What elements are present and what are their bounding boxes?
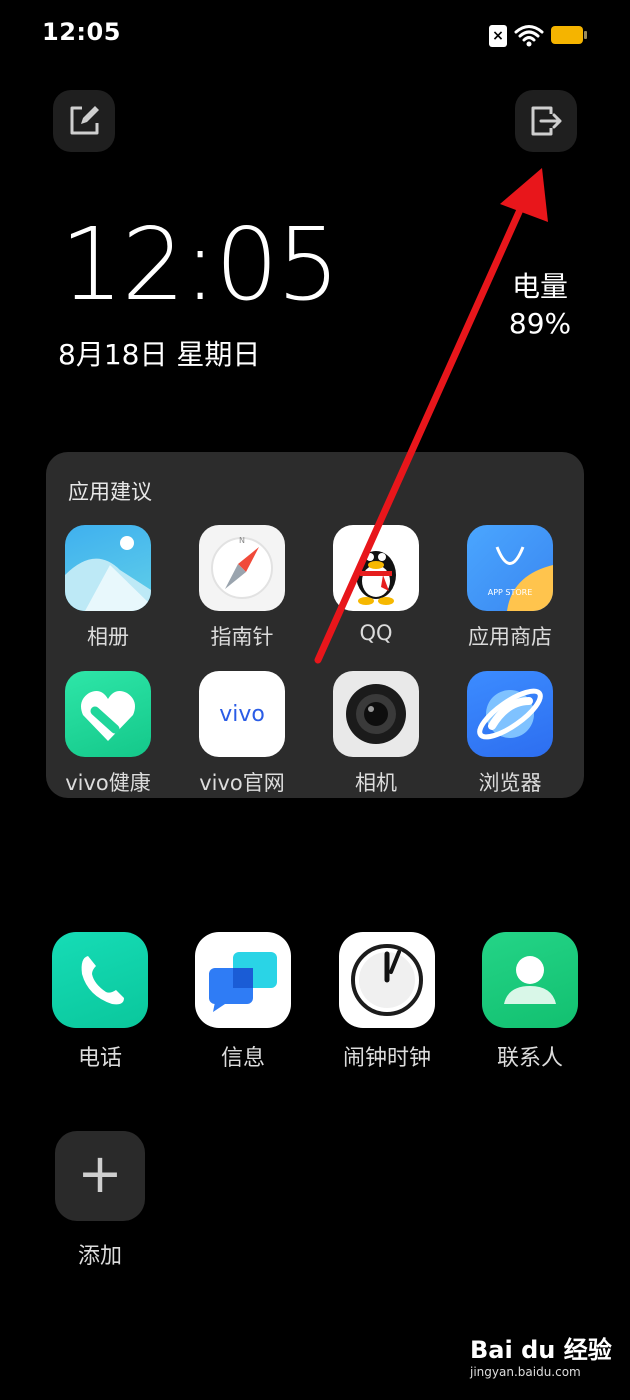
app-label: vivo健康	[65, 771, 151, 795]
app-label: 联系人	[496, 1046, 563, 1071]
app-browser[interactable]: 浏览器	[443, 671, 577, 797]
sim-off-icon: ×	[489, 25, 507, 47]
app-qq[interactable]: QQ	[309, 525, 443, 645]
plus-icon: +	[77, 1142, 123, 1205]
sim-off-glyph: ×	[492, 28, 504, 44]
app-camera[interactable]: 相机	[309, 671, 443, 797]
baidu-logo: Bai du 经验	[470, 1336, 612, 1364]
app-label: 浏览器	[478, 771, 542, 795]
app-store-icon: APP STORE	[467, 525, 553, 611]
app-label: 信息	[220, 1046, 265, 1071]
svg-text:N: N	[239, 536, 245, 545]
app-label: 闹钟时钟	[342, 1046, 431, 1071]
dock-contacts[interactable]: 联系人	[458, 932, 602, 1072]
clock-time: 12:05	[60, 206, 340, 323]
app-suggestions-card: 应用建议 相册 N 指南针 QQ APP STORE 应用商店 vivo健康 v…	[46, 452, 584, 798]
edit-icon	[70, 106, 99, 135]
app-label: 应用商店	[468, 625, 552, 649]
edit-button[interactable]	[53, 90, 115, 152]
contacts-icon	[482, 932, 578, 1028]
app-label: 电话	[77, 1046, 122, 1071]
browser-icon	[467, 671, 553, 757]
app-label: QQ	[359, 621, 393, 645]
app-suggestions-title: 应用建议	[68, 480, 152, 504]
phone-icon	[52, 932, 148, 1028]
status-bar-time: 12:05	[42, 18, 121, 46]
app-vivo-health[interactable]: vivo健康	[41, 671, 175, 797]
battery-widget-label: 电量	[511, 270, 568, 303]
wifi-icon	[514, 25, 544, 47]
clock-date: 8月18日 星期日	[58, 338, 261, 371]
app-store[interactable]: APP STORE 应用商店	[443, 525, 577, 651]
dock-messages[interactable]: 信息	[171, 932, 315, 1072]
battery-widget-value: 89%	[508, 307, 572, 340]
app-label: vivo官网	[199, 771, 285, 795]
baidu-url: jingyan.baidu.com	[470, 1365, 581, 1379]
baidu-watermark: Bai du 经验 jingyan.baidu.com	[470, 1330, 620, 1379]
app-vivo-site[interactable]: vivo vivo官网	[175, 671, 309, 797]
compass-icon: N	[199, 525, 285, 611]
add-app-button[interactable]: +	[55, 1131, 145, 1221]
exit-icon	[531, 106, 562, 136]
app-label: 相册	[87, 625, 129, 649]
battery-icon	[551, 26, 587, 44]
exit-button[interactable]	[515, 90, 577, 152]
vivo-site-icon: vivo	[199, 671, 285, 757]
app-label: 指南针	[210, 625, 274, 649]
camera-icon	[333, 671, 419, 757]
app-compass[interactable]: N 指南针	[175, 525, 309, 651]
dock-clock[interactable]: 闹钟时钟	[315, 932, 459, 1072]
gallery-icon	[65, 525, 151, 611]
app-label: 相机	[355, 771, 397, 795]
vivo-logo-text: vivo	[219, 702, 265, 727]
dock-phone[interactable]: 电话	[28, 932, 172, 1072]
app-gallery[interactable]: 相册	[41, 525, 175, 651]
qq-icon	[333, 525, 419, 611]
app-store-badge: APP STORE	[488, 588, 533, 597]
health-icon	[65, 671, 151, 757]
add-app-label: 添加	[77, 1244, 122, 1269]
messages-icon	[195, 932, 291, 1028]
clock-icon	[339, 932, 435, 1028]
